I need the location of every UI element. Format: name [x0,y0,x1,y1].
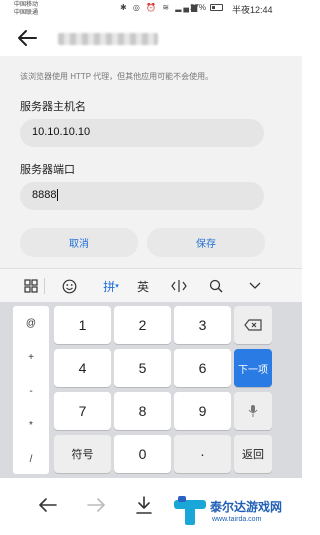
status-bar: 中国移动 中国联通 ✱ ◎ ⏰ ≋ ▂▄▆ 27% 半夜12:44 [0,0,302,20]
carrier-info: 中国移动 中国联通 [14,1,38,17]
key-at[interactable]: @ [13,306,49,340]
backspace-icon [244,319,262,331]
key-1[interactable]: 1 [54,306,111,344]
port-input[interactable]: 8888 [20,182,264,210]
key-9[interactable]: 9 [174,392,231,430]
microphone-icon [248,405,258,417]
carrier-2: 中国联通 [14,10,39,16]
blurred-title [58,33,158,45]
back-nav-icon[interactable] [36,494,60,516]
key-dot[interactable]: · [174,435,231,473]
watermark-logo [174,496,206,525]
numeric-keyboard: @ + - * / 1 2 3 4 5 6 下一项 7 8 9 符号 0 · 返… [0,302,302,478]
chevron-down-icon[interactable] [244,277,266,295]
voice-input-key[interactable] [234,392,272,430]
key-plus[interactable]: + [13,340,49,374]
battery-percent: 27% [190,3,207,12]
key-8[interactable]: 8 [114,392,171,430]
port-label: 服务器端口 [20,164,75,176]
return-key[interactable]: 返回 [234,435,272,473]
english-toggle[interactable]: 英 [132,277,154,295]
key-7[interactable]: 7 [54,392,111,430]
clock: 半夜12:44 [232,5,273,15]
arrow-left-icon[interactable] [16,28,38,48]
port-value: 8888 [32,189,57,201]
key-minus[interactable]: - [13,374,49,408]
toolbar-divider [44,278,45,294]
pinyin-dropdown-icon: ▾ [115,283,119,290]
host-input[interactable]: 10.10.10.10 [20,119,264,147]
key-5[interactable]: 5 [114,349,171,387]
save-button[interactable]: 保存 [147,228,265,257]
symbol-key[interactable]: 符号 [54,435,111,473]
proxy-settings-form: 该浏览器使用 HTTP 代理，但其他应用可能不会使用。 服务器主机名 10.10… [0,56,302,268]
cursor-icon[interactable] [168,277,190,295]
cancel-button[interactable]: 取消 [20,228,138,257]
ime-toolbar: 拼 ▾ 英 [0,268,302,302]
backspace-key[interactable] [234,306,272,344]
pinyin-toggle[interactable]: 拼 ▾ [98,277,124,295]
key-0[interactable]: 0 [114,435,171,473]
host-value: 10.10.10.10 [32,126,91,138]
host-label: 服务器主机名 [20,101,86,113]
key-slash[interactable]: / [13,442,49,476]
key-2[interactable]: 2 [114,306,171,344]
next-field-button[interactable]: 下一项 [234,349,272,387]
text-caret [57,189,59,202]
search-icon[interactable] [205,277,227,295]
symbol-column: @ + - * / [13,306,49,474]
watermark-url: www.tairda.com [212,516,262,523]
watermark-name: 泰尔达游戏网 [210,500,283,514]
download-icon[interactable] [132,494,156,516]
forward-nav-icon[interactable] [84,494,108,516]
port-value-wrapper: 8888 [32,189,59,202]
key-6[interactable]: 6 [174,349,231,387]
key-asterisk[interactable]: * [13,408,49,442]
battery-icon [210,4,223,11]
grid-icon[interactable] [20,277,42,295]
emoji-icon[interactable] [58,277,80,295]
proxy-notice: 该浏览器使用 HTTP 代理，但其他应用可能不会使用。 [20,72,214,81]
key-3[interactable]: 3 [174,306,231,344]
carrier-1: 中国移动 [14,2,39,8]
key-4[interactable]: 4 [54,349,111,387]
status-icons: ✱ ◎ ⏰ ≋ ▂▄▆ [120,3,200,12]
pinyin-label: 拼 [103,279,116,294]
app-bar [0,20,302,56]
